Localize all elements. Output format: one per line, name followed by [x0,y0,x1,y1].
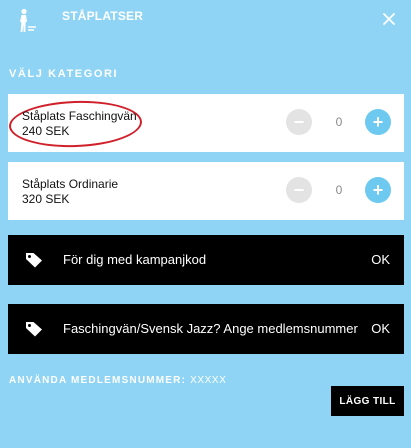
ticket-price: 240 SEK [22,124,70,138]
ticket-card-ordinarie: Ståplats Ordinarie 320 SEK − 0 + [8,162,404,220]
ticket-card-faschingvan: Ståplats Faschingvän 240 SEK − 0 + [8,94,404,152]
category-heading: VÄLJ KATEGORI [9,68,119,80]
decrease-quantity-button[interactable]: − [286,177,312,203]
ticket-name: Ståplats Ordinarie [22,177,119,191]
campaign-code-bar[interactable]: För dig med kampanjkod OK [8,235,404,285]
add-button[interactable]: LÄGG TILL [331,386,404,416]
close-icon[interactable] [381,11,397,27]
used-member-numbers-value: XXXXX [190,375,227,386]
membership-number-bar[interactable]: Faschingvän/Svensk Jazz? Ange medlemsnum… [8,304,404,354]
quantity-value: 0 [335,183,343,197]
used-member-numbers-label: ANVÄNDA MEDLEMSNUMMER: [9,375,187,386]
campaign-code-ok-button[interactable]: OK [371,252,390,267]
tag-icon [26,322,42,337]
quantity-value: 0 [335,115,343,129]
campaign-code-label: För dig med kampanjkod [63,252,207,267]
ticket-name: Ståplats Faschingvän [22,109,137,123]
membership-number-ok-button[interactable]: OK [371,321,390,336]
increase-quantity-button[interactable]: + [365,109,391,135]
tag-icon [26,253,42,268]
decrease-quantity-button[interactable]: − [286,109,312,135]
header: STÅPLATSER [0,0,411,44]
membership-number-label: Faschingvän/Svensk Jazz? Ange medlemsnum… [63,321,358,336]
increase-quantity-button[interactable]: + [365,177,391,203]
used-member-numbers: ANVÄNDA MEDLEMSNUMMER: XXXXX [9,375,226,386]
page-title: STÅPLATSER [62,9,144,23]
standing-person-icon [20,8,36,32]
ticket-price: 320 SEK [22,192,70,206]
